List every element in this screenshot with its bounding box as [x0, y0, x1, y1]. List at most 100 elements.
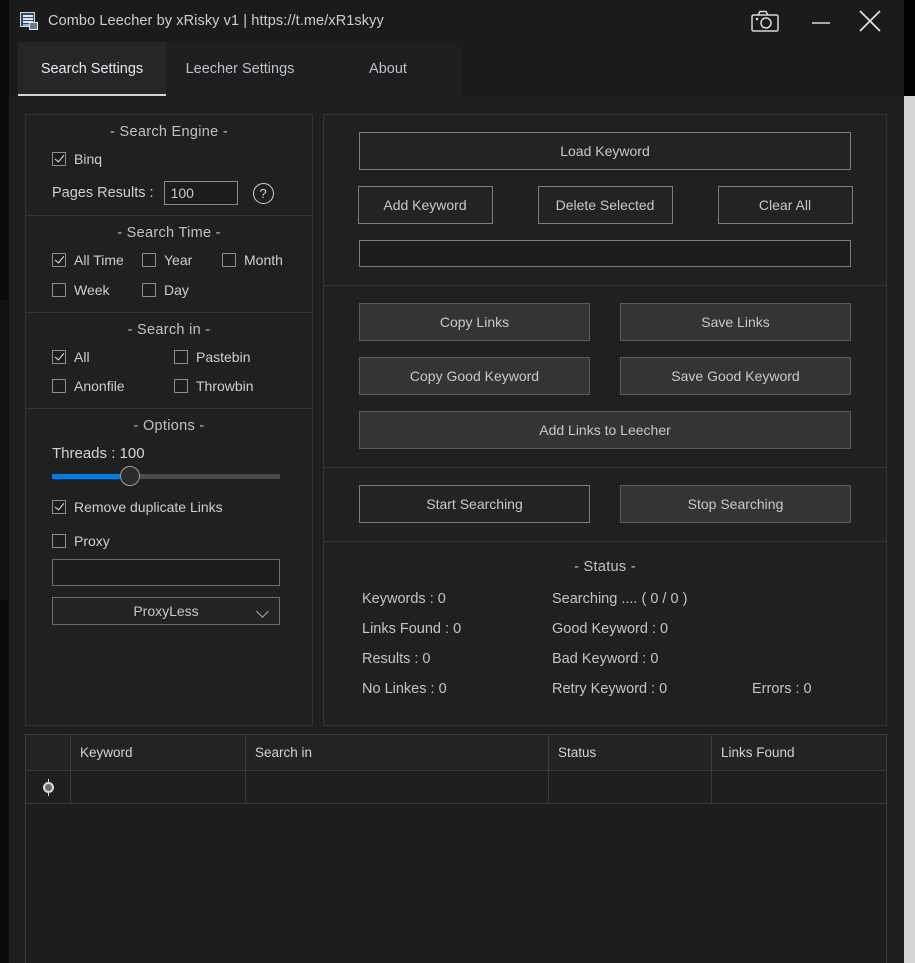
proxy-input[interactable] — [52, 559, 280, 586]
checkbox-label: Day — [164, 282, 189, 298]
copy-save-links-row: Copy Links Save Links — [324, 303, 886, 341]
tab-label: Leecher Settings — [186, 61, 295, 77]
checkbox-box — [174, 379, 188, 393]
checkbox-box — [52, 534, 66, 548]
question-mark-icon[interactable]: ? — [253, 183, 274, 204]
table-header-search-in[interactable]: Search in — [246, 735, 549, 770]
table-empty-area — [26, 804, 886, 963]
save-links-button[interactable]: Save Links — [620, 303, 851, 341]
status-title: - Status - — [324, 559, 886, 575]
search-time-row-1: All Time Year — [26, 252, 312, 272]
load-keyword-button[interactable]: Load Keyword — [359, 132, 851, 170]
checkbox-all-time[interactable]: All Time — [52, 252, 124, 268]
window-title: Combo Leecher by xRisky v1 | https://t.m… — [48, 13, 384, 29]
start-searching-button[interactable]: Start Searching — [359, 485, 590, 523]
proxy-mode-select[interactable]: ProxyLess — [52, 597, 280, 625]
checkbox-year[interactable]: Year — [142, 252, 192, 268]
keywords-table: Keyword Search in Status Links Found — [25, 734, 887, 963]
threads-label: Threads : 100 — [26, 445, 312, 462]
add-links-row: Add Links to Leecher — [324, 411, 886, 449]
minimize-icon[interactable] — [798, 0, 844, 42]
table-header-keyword[interactable]: Keyword — [71, 735, 246, 770]
checkbox-label: All Time — [74, 252, 124, 268]
clear-all-button[interactable]: Clear All — [718, 186, 853, 224]
options-title: - Options - — [26, 418, 312, 434]
cell-keyword[interactable] — [71, 771, 246, 803]
copy-good-keyword-button[interactable]: Copy Good Keyword — [359, 357, 590, 395]
checkbox-binq[interactable]: Binq — [52, 151, 102, 167]
checkbox-week[interactable]: Week — [52, 282, 110, 298]
checkbox-anonfile[interactable]: Anonfile — [52, 378, 125, 394]
checkbox-label: Proxy — [74, 533, 110, 549]
stop-searching-button[interactable]: Stop Searching — [620, 485, 851, 523]
checkbox-box — [52, 152, 66, 166]
add-keyword-button[interactable]: Add Keyword — [358, 186, 493, 224]
right-edge-shadow — [904, 0, 915, 96]
status-spacer-2 — [752, 621, 886, 637]
tab-bar: Search Settings Leecher Settings About — [9, 42, 904, 96]
load-keyword-row: Load Keyword — [324, 132, 886, 170]
add-links-to-leecher-button[interactable]: Add Links to Leecher — [359, 411, 851, 449]
search-controls-group: Start Searching Stop Searching — [324, 468, 886, 542]
checkbox-box — [52, 253, 66, 267]
checkbox-proxy[interactable]: Proxy — [52, 533, 110, 549]
status-searching: Searching .... ( 0 / 0 ) — [552, 591, 752, 607]
search-time-row-2: Week Day — [26, 282, 312, 302]
search-in-title: - Search in - — [26, 322, 312, 338]
checkbox-pastebin[interactable]: Pastebin — [174, 349, 250, 365]
checkbox-box — [222, 253, 236, 267]
checkbox-day[interactable]: Day — [142, 282, 189, 298]
status-retry-keyword: Retry Keyword : 0 — [552, 681, 752, 697]
delete-selected-button[interactable]: Delete Selected — [538, 186, 673, 224]
checkbox-all[interactable]: All — [52, 349, 90, 365]
save-good-keyword-button[interactable]: Save Good Keyword — [620, 357, 851, 395]
slider-knob[interactable] — [120, 466, 140, 486]
keyword-input[interactable] — [359, 240, 851, 267]
table-row[interactable] — [26, 771, 886, 804]
status-links-found: Links Found : 0 — [362, 621, 552, 637]
copy-links-button[interactable]: Copy Links — [359, 303, 590, 341]
row-indicator-cell — [26, 771, 71, 803]
search-in-row-1: All Pastebin — [26, 349, 312, 369]
checkbox-throwbin[interactable]: Throwbin — [174, 378, 254, 394]
cell-links-found[interactable] — [712, 771, 886, 803]
table-header-status[interactable]: Status — [549, 735, 712, 770]
pages-results-input[interactable] — [164, 181, 238, 205]
checkbox-box — [52, 283, 66, 297]
checkbox-box — [142, 283, 156, 297]
status-group: - Status - Keywords : 0 Searching .... (… — [324, 542, 886, 725]
right-edge-strip — [904, 96, 915, 963]
document-app-icon — [20, 12, 38, 30]
app-window: Combo Leecher by xRisky v1 | https://t.m… — [9, 0, 904, 963]
tab-about[interactable]: About — [314, 42, 462, 96]
background-window-bleed — [0, 300, 9, 600]
settings-columns: - Search Engine - Binq Pages Results : ? — [25, 114, 887, 726]
engine-row: Binq — [26, 151, 312, 167]
status-grid: Keywords : 0 Searching .... ( 0 / 0 ) Li… — [324, 591, 886, 697]
cell-search-in[interactable] — [246, 771, 549, 803]
camera-icon[interactable] — [742, 0, 788, 42]
checkbox-remove-duplicate-links[interactable]: Remove duplicate Links — [52, 499, 223, 515]
proxy-mode-value: ProxyLess — [133, 603, 198, 619]
checkbox-label: Anonfile — [74, 378, 125, 394]
checkbox-month[interactable]: Month — [222, 252, 283, 268]
checkbox-box — [52, 500, 66, 514]
close-icon[interactable] — [844, 0, 896, 42]
search-engine-title: - Search Engine - — [26, 124, 312, 140]
tab-search-settings[interactable]: Search Settings — [18, 42, 166, 96]
checkbox-box — [52, 379, 66, 393]
cell-status[interactable] — [549, 771, 712, 803]
table-header-links-found[interactable]: Links Found — [712, 735, 886, 770]
table-header: Keyword Search in Status Links Found — [26, 735, 886, 771]
search-controls-row: Start Searching Stop Searching — [324, 485, 886, 523]
checkbox-label: All — [74, 349, 90, 365]
tab-leecher-settings[interactable]: Leecher Settings — [166, 42, 314, 96]
title-bar: Combo Leecher by xRisky v1 | https://t.m… — [9, 0, 904, 42]
main-content: - Search Engine - Binq Pages Results : ? — [9, 96, 904, 963]
status-errors: Errors : 0 — [752, 681, 886, 697]
threads-slider[interactable] — [52, 474, 280, 479]
status-good-keyword: Good Keyword : 0 — [552, 621, 752, 637]
checkbox-label: Pastebin — [196, 349, 250, 365]
left-settings-panel: - Search Engine - Binq Pages Results : ? — [25, 114, 313, 726]
checkbox-box — [52, 350, 66, 364]
